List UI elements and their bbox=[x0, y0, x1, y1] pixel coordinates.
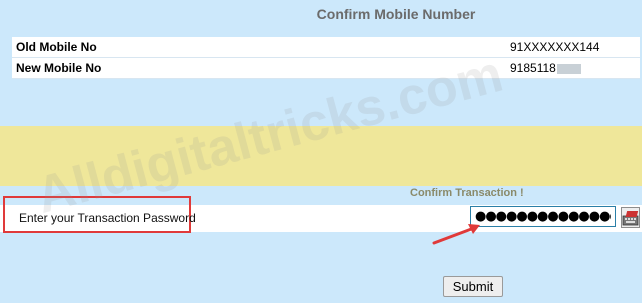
confirm-transaction-heading: Confirm Transaction ! bbox=[410, 187, 524, 199]
masked-digits bbox=[556, 63, 581, 74]
transaction-password-input[interactable] bbox=[470, 206, 616, 227]
new-mobile-label: New Mobile No bbox=[16, 61, 102, 75]
table-row: Old Mobile No 91XXXXXXX144 bbox=[12, 37, 640, 58]
arrow-icon bbox=[432, 224, 480, 245]
submit-button[interactable]: Submit bbox=[443, 276, 503, 297]
page-title: Confirm Mobile Number bbox=[316, 6, 476, 22]
old-mobile-label: Old Mobile No bbox=[16, 40, 97, 54]
table-row: New Mobile No 9185118 bbox=[12, 58, 640, 79]
new-mobile-value: 9185118 bbox=[510, 61, 556, 75]
old-mobile-value: 91XXXXXXX144 bbox=[510, 40, 600, 54]
new-mobile-value-wrap: 9185118 bbox=[510, 58, 581, 78]
keyboard-icon[interactable] bbox=[621, 207, 640, 228]
mobile-info-table: Old Mobile No 91XXXXXXX144 New Mobile No… bbox=[12, 37, 640, 79]
